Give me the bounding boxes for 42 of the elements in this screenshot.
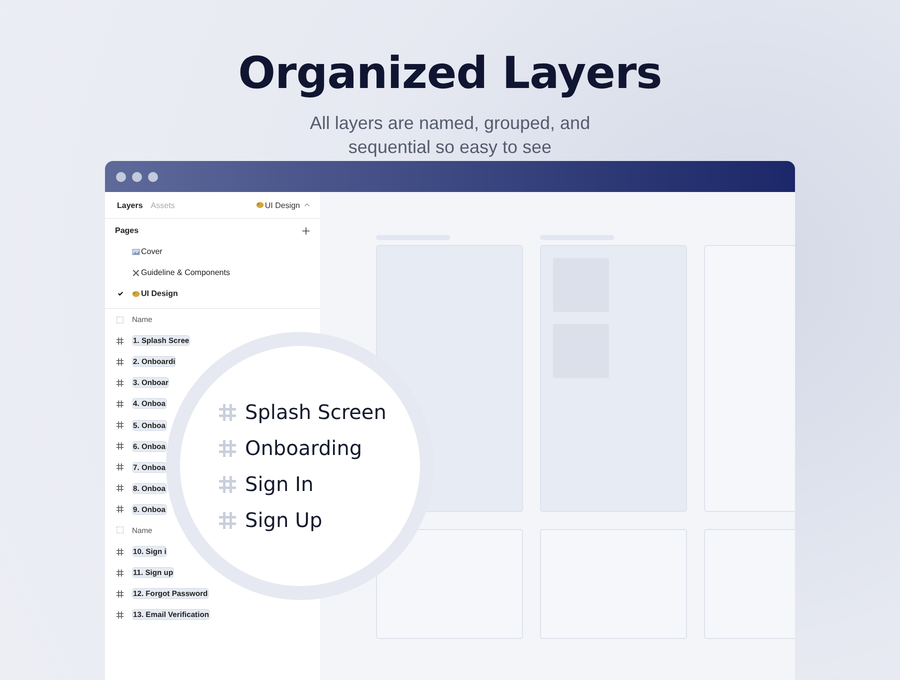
frame-icon bbox=[218, 474, 237, 494]
frame-icon bbox=[116, 442, 124, 450]
page-item[interactable]: UI Design bbox=[105, 283, 320, 304]
frame-icon bbox=[218, 510, 237, 530]
image-icon bbox=[132, 248, 140, 256]
window-dot[interactable] bbox=[148, 172, 158, 182]
page-item[interactable]: Cover bbox=[105, 241, 320, 262]
frame-icon bbox=[116, 610, 124, 619]
layer-name: Splash Screen bbox=[245, 400, 386, 424]
frame-icon bbox=[116, 358, 124, 366]
layer-name: Sign Up bbox=[245, 508, 322, 532]
frame-icon bbox=[116, 421, 124, 430]
frame-icon bbox=[116, 568, 124, 577]
subtitle: All layers are named, grouped, and sequential so easy to see bbox=[308, 112, 592, 159]
window-dot[interactable] bbox=[116, 172, 126, 182]
frame-icon bbox=[116, 548, 124, 556]
layer-name: Sign In bbox=[245, 472, 314, 496]
frame-icon bbox=[116, 378, 124, 387]
frame-icon bbox=[116, 505, 124, 514]
headline: Organized Layers bbox=[238, 48, 662, 99]
check-icon bbox=[117, 290, 124, 297]
frame-icon bbox=[218, 438, 237, 458]
group-icon bbox=[116, 316, 124, 324]
add-icon[interactable] bbox=[302, 226, 310, 234]
panel-tab[interactable]: Layers bbox=[115, 200, 145, 210]
frame-icon bbox=[116, 590, 124, 598]
frame-icon bbox=[116, 400, 124, 408]
section-title: Pages bbox=[115, 226, 139, 235]
group-icon bbox=[116, 526, 124, 534]
frame-icon bbox=[116, 336, 124, 345]
tools-icon bbox=[132, 268, 140, 276]
page-switcher[interactable]: UI Design bbox=[256, 200, 310, 210]
palette-icon bbox=[256, 201, 264, 209]
layer-name: Onboarding bbox=[245, 436, 362, 460]
chevron-up-icon bbox=[304, 203, 310, 207]
frame-icon bbox=[116, 484, 124, 492]
page-item[interactable]: Guideline & Components bbox=[105, 262, 320, 283]
window-dot[interactable] bbox=[132, 172, 142, 182]
palette-icon bbox=[132, 290, 140, 298]
page-name: UI Design bbox=[264, 200, 300, 210]
frame-icon bbox=[218, 402, 237, 422]
frame-icon bbox=[116, 463, 124, 472]
